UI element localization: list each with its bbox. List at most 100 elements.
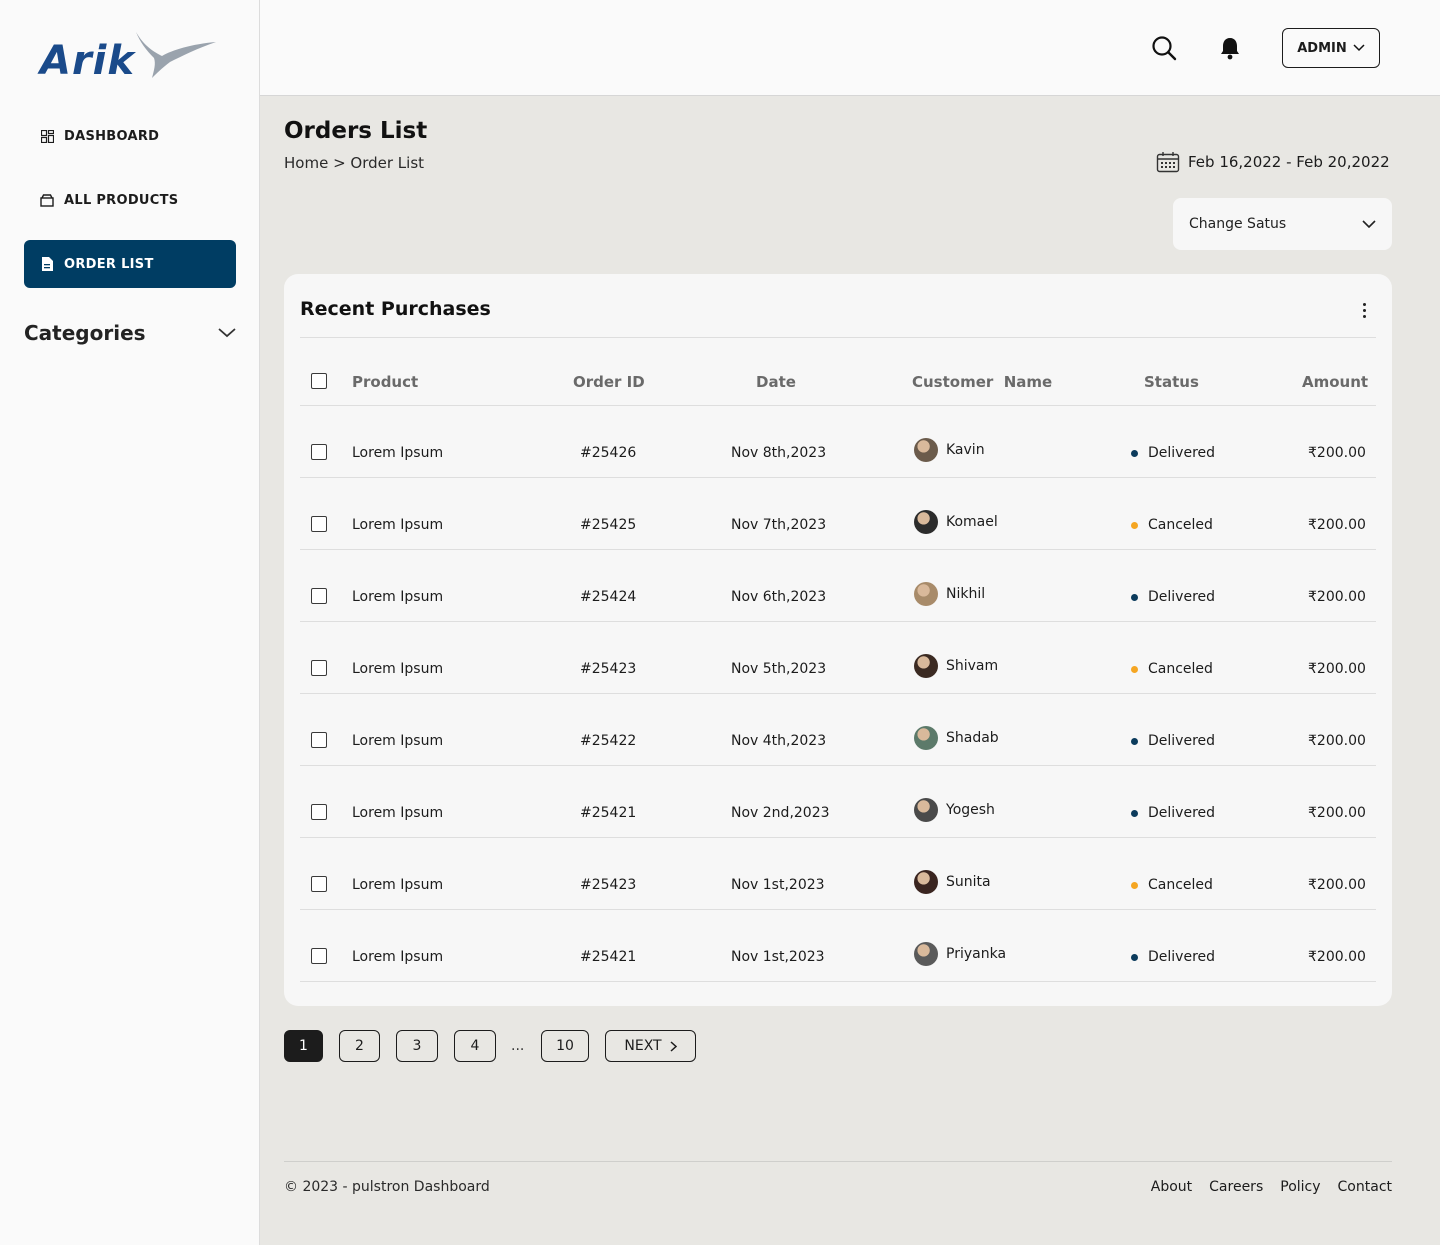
footer-links: About Careers Policy Contact bbox=[1151, 1179, 1392, 1195]
status-badge: Delivered bbox=[1148, 805, 1216, 821]
status-badge: Canceled bbox=[1148, 517, 1213, 533]
status-dot bbox=[1131, 953, 1138, 961]
chevron-down-icon bbox=[1362, 220, 1376, 228]
date-cell: Nov 7th,2023 bbox=[731, 517, 827, 533]
status-dot bbox=[1131, 593, 1138, 601]
column-header-amount[interactable]: Amount bbox=[1302, 338, 1368, 406]
date-range-picker[interactable]: Feb 16,2022 - Feb 20,2022 bbox=[1156, 150, 1390, 174]
column-header-date[interactable]: Date bbox=[756, 338, 796, 406]
footer-link-about[interactable]: About bbox=[1151, 1179, 1192, 1195]
row-checkbox[interactable] bbox=[311, 732, 327, 748]
sidebar-nav: DASHBOARD ALL PRODUCTS ORDER LIST bbox=[24, 112, 236, 304]
table-row[interactable]: Lorem Ipsum #25421 Nov 2nd,2023 Yogesh Deliv… bbox=[300, 766, 1376, 838]
chevron-right-icon bbox=[670, 1040, 677, 1052]
customer-name: Shivam bbox=[946, 658, 999, 674]
customer-cell: Kavin bbox=[914, 406, 985, 478]
order-id-cell: #25425 bbox=[580, 517, 637, 533]
sidebar-item-label: ORDER LIST bbox=[64, 256, 154, 272]
admin-menu-button[interactable]: ADMIN bbox=[1282, 28, 1380, 68]
status-badge: Delivered bbox=[1148, 589, 1216, 605]
row-checkbox[interactable] bbox=[311, 660, 327, 676]
date-cell: Nov 4th,2023 bbox=[731, 733, 827, 749]
avatar bbox=[914, 582, 938, 606]
product-cell: Lorem Ipsum bbox=[352, 661, 444, 677]
page-button-3[interactable]: 3 bbox=[396, 1030, 438, 1062]
status-cell: Canceled bbox=[1131, 478, 1213, 550]
customer-name: Priyanka bbox=[946, 946, 1007, 962]
bell-icon[interactable] bbox=[1216, 34, 1244, 62]
row-checkbox[interactable] bbox=[311, 444, 327, 460]
table-row[interactable]: Lorem Ipsum #25423 Nov 1st,2023 Sunita Cance… bbox=[300, 838, 1376, 910]
change-status-label: Change Satus bbox=[1189, 216, 1287, 232]
next-page-button[interactable]: NEXT bbox=[605, 1030, 696, 1062]
product-cell: Lorem Ipsum bbox=[352, 445, 444, 461]
footer-copyright: © 2023 - pulstron Dashboard bbox=[284, 1179, 490, 1195]
select-all-checkbox[interactable] bbox=[311, 373, 327, 389]
customer-name: Kavin bbox=[946, 442, 985, 458]
product-cell: Lorem Ipsum bbox=[352, 949, 444, 965]
footer-link-contact[interactable]: Contact bbox=[1338, 1179, 1392, 1195]
customer-name: Nikhil bbox=[946, 586, 986, 602]
bird-wing-icon bbox=[136, 32, 216, 78]
column-header-customer-name[interactable]: Customer Name bbox=[912, 338, 1052, 406]
amount-cell: ₹200.00 bbox=[1308, 589, 1366, 605]
page-button-1[interactable]: 1 bbox=[284, 1030, 323, 1062]
amount-cell: ₹200.00 bbox=[1308, 661, 1366, 677]
date-cell: Nov 1st,2023 bbox=[731, 877, 825, 893]
row-checkbox[interactable] bbox=[311, 516, 327, 532]
date-cell: Nov 5th,2023 bbox=[731, 661, 827, 677]
row-checkbox[interactable] bbox=[311, 804, 327, 820]
calendar-icon bbox=[1156, 152, 1180, 173]
avatar bbox=[914, 438, 938, 462]
page-button-4[interactable]: 4 bbox=[454, 1030, 496, 1062]
customer-name: Yogesh bbox=[946, 802, 995, 818]
table-row[interactable]: Lorem Ipsum #25423 Nov 5th,2023 Shivam Cance… bbox=[300, 622, 1376, 694]
status-dot bbox=[1131, 881, 1138, 889]
customer-cell: Komael bbox=[914, 478, 998, 550]
avatar bbox=[914, 654, 938, 678]
column-header-order-id[interactable]: Order ID bbox=[573, 338, 645, 406]
more-options-icon[interactable] bbox=[1352, 298, 1376, 322]
table-row[interactable]: Lorem Ipsum #25422 Nov 4th,2023 Shadab Deliv… bbox=[300, 694, 1376, 766]
date-cell: Nov 6th,2023 bbox=[731, 589, 827, 605]
categories-toggle[interactable]: Categories bbox=[24, 318, 236, 348]
column-header-status[interactable]: Status bbox=[1144, 338, 1199, 406]
column-header-product[interactable]: Product bbox=[352, 338, 418, 406]
customer-cell: Sunita bbox=[914, 838, 991, 910]
row-checkbox[interactable] bbox=[311, 948, 327, 964]
status-cell: Delivered bbox=[1131, 694, 1215, 766]
change-status-select[interactable]: Change Satus bbox=[1173, 198, 1392, 250]
avatar bbox=[914, 798, 938, 822]
status-badge: Canceled bbox=[1148, 877, 1213, 893]
sidebar-item-order-list[interactable]: ORDER LIST bbox=[24, 240, 236, 288]
recent-purchases-card: Recent Purchases Product Order ID Date C… bbox=[284, 274, 1392, 1006]
product-cell: Lorem Ipsum bbox=[352, 733, 444, 749]
table-row[interactable]: Lorem Ipsum #25425 Nov 7th,2023 Komael Cance… bbox=[300, 478, 1376, 550]
sidebar-item-all-products[interactable]: ALL PRODUCTS bbox=[24, 176, 236, 224]
avatar bbox=[914, 942, 938, 966]
brand-logo[interactable]: Arik bbox=[40, 28, 220, 88]
page-button-2[interactable]: 2 bbox=[339, 1030, 380, 1062]
footer-link-careers[interactable]: Careers bbox=[1209, 1179, 1263, 1195]
avatar bbox=[914, 870, 938, 894]
dashboard-grid-icon bbox=[40, 129, 54, 143]
order-id-cell: #25423 bbox=[580, 877, 637, 893]
order-id-cell: #25426 bbox=[580, 445, 637, 461]
status-badge: Delivered bbox=[1148, 445, 1216, 461]
product-cell: Lorem Ipsum bbox=[352, 805, 444, 821]
table-row[interactable]: Lorem Ipsum #25421 Nov 1st,2023 Priyanka Del… bbox=[300, 910, 1376, 982]
order-id-cell: #25423 bbox=[580, 661, 637, 677]
breadcrumb[interactable]: Home > Order List bbox=[284, 154, 424, 172]
page-button-10[interactable]: 10 bbox=[541, 1030, 589, 1062]
sidebar: Arik DASHBOARD ALL PRODUCTS ORDER LIST C… bbox=[0, 0, 260, 1245]
sidebar-item-dashboard[interactable]: DASHBOARD bbox=[24, 112, 236, 160]
search-icon[interactable] bbox=[1150, 34, 1178, 62]
row-checkbox[interactable] bbox=[311, 876, 327, 892]
footer-link-policy[interactable]: Policy bbox=[1280, 1179, 1320, 1195]
status-cell: Delivered bbox=[1131, 550, 1215, 622]
table-row[interactable]: Lorem Ipsum #25424 Nov 6th,2023 Nikhil Deliv… bbox=[300, 550, 1376, 622]
footer-divider bbox=[284, 1161, 1392, 1162]
table-row[interactable]: Lorem Ipsum #25426 Nov 8th,2023 Kavin Delive… bbox=[300, 406, 1376, 478]
status-cell: Delivered bbox=[1131, 406, 1215, 478]
row-checkbox[interactable] bbox=[311, 588, 327, 604]
